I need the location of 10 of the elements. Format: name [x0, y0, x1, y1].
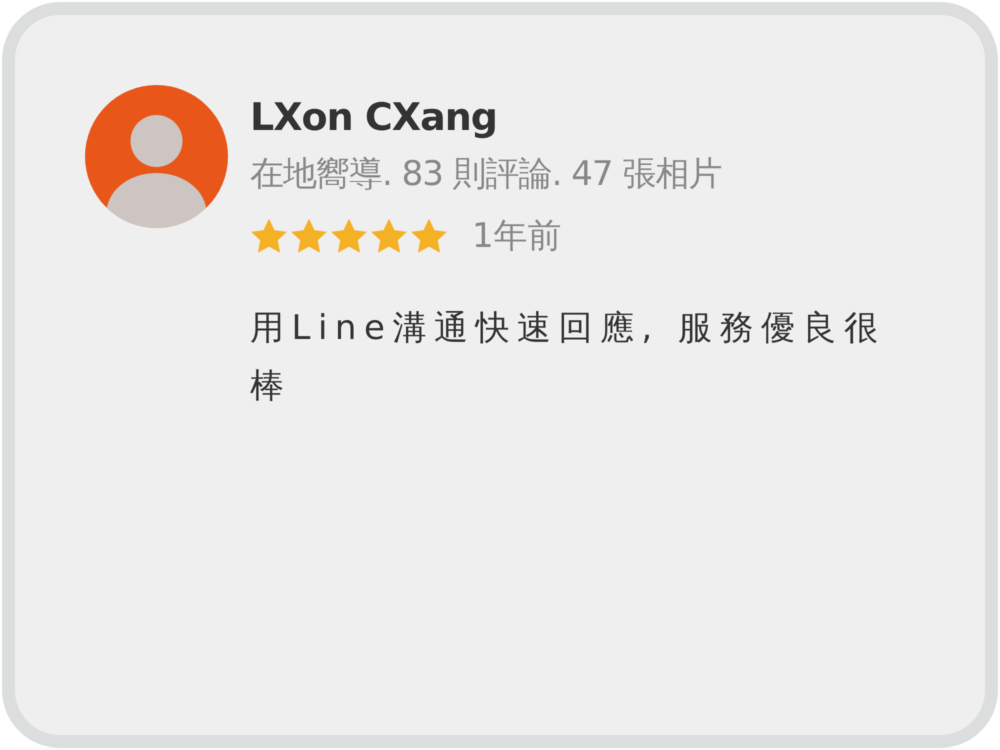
star-icon [250, 218, 288, 254]
star-icon [290, 218, 328, 254]
star-icon [370, 218, 408, 254]
author-name: LXon CXang [250, 95, 498, 139]
star-icon [410, 218, 448, 254]
star-icon [330, 218, 368, 254]
avatar-icon [85, 85, 228, 228]
author-stats: 在地嚮導. 83 則評論. 47 張相片 [250, 153, 722, 196]
review-text: 用Line溝通快速回應, 服務優良很棒 [250, 307, 886, 408]
review-time: 1年前 [472, 215, 562, 258]
